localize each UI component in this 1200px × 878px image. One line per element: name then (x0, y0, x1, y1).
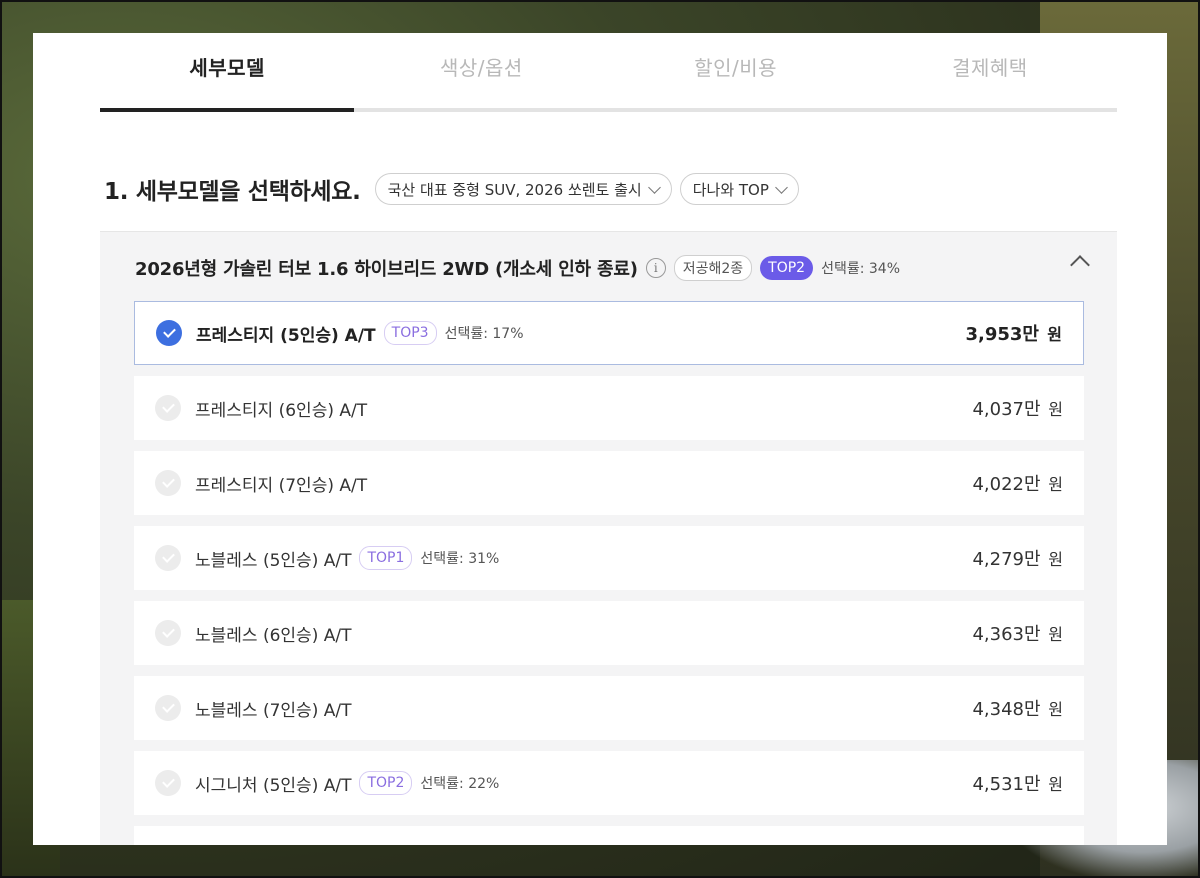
step-header: 1. 세부모델을 선택하세요. 국산 대표 중형 SUV, 2026 쏘렌토 출… (104, 173, 799, 205)
eco-badge: 저공해2종 (673, 255, 753, 281)
top-badge: TOP2 (359, 771, 413, 795)
top-badge: TOP2 (760, 256, 814, 280)
trim-row[interactable]: 노블레스 (6인승) A/T 4,363만 원 (134, 601, 1084, 665)
model-select-panel: 세부모델 색상/옵션 할인/비용 결제혜택 1. 세부모델을 선택하세요. 국산… (33, 33, 1167, 845)
trim-price: 4,531만 원 (972, 770, 1063, 796)
selection-rate: 선택률: 17% (444, 326, 524, 342)
price-unit: 원 (1048, 550, 1063, 569)
price-unit: 원 (1047, 325, 1062, 344)
top-badge: TOP1 (359, 546, 413, 570)
tab-color-option[interactable]: 색상/옵션 (354, 33, 608, 108)
top-badge: TOP3 (383, 321, 437, 345)
tab-detail-model[interactable]: 세부모델 (100, 33, 355, 112)
trim-price: 4,348만 원 (972, 695, 1063, 721)
step-tabs: 세부모델 색상/옵션 할인/비용 결제혜택 (100, 33, 1117, 112)
price-value: 4,022만 (972, 474, 1041, 495)
price-unit: 원 (1048, 775, 1063, 794)
trim-group-title: 2026년형 가솔린 터보 1.6 하이브리드 2WD (개소세 인하 종료) (135, 259, 638, 280)
info-icon[interactable]: i (645, 258, 666, 278)
trim-row[interactable]: 프레스티지 (5인승) A/T TOP3 선택률: 17% 3,953만 원 (134, 301, 1084, 365)
trim-row[interactable]: 노블레스 (7인승) A/T 4,348만 원 (134, 676, 1084, 740)
price-value: 4,279만 (972, 549, 1041, 570)
trim-name: 프레스티지 (5인승) A/T (196, 325, 376, 346)
trim-row-partial[interactable] (134, 826, 1084, 845)
selection-rate: 선택률: 31% (420, 551, 500, 567)
price-value: 4,348만 (972, 699, 1041, 720)
trim-row[interactable]: 프레스티지 (7인승) A/T 4,022만 원 (134, 451, 1084, 515)
price-unit: 원 (1048, 625, 1063, 644)
model-filter-label: 국산 대표 중형 SUV, 2026 쏘렌토 출시 (387, 180, 642, 199)
trim-price: 4,037만 원 (972, 395, 1063, 421)
trim-group: 2026년형 가솔린 터보 1.6 하이브리드 2WD (개소세 인하 종료) … (100, 231, 1117, 845)
step-title: 1. 세부모델을 선택하세요. (104, 179, 361, 205)
chevron-up-icon[interactable] (1070, 255, 1090, 275)
trim-row[interactable]: 시그니처 (5인승) A/T TOP2 선택률: 22% 4,531만 원 (134, 751, 1084, 815)
trim-row[interactable]: 노블레스 (5인승) A/T TOP1 선택률: 31% 4,279만 원 (134, 526, 1084, 590)
sort-dropdown[interactable]: 다나와 TOP (679, 173, 799, 205)
chevron-down-icon (775, 180, 788, 194)
price-unit: 원 (1048, 475, 1063, 494)
trim-name: 노블레스 (7인승) A/T (195, 700, 352, 721)
price-unit: 원 (1048, 400, 1063, 419)
price-value: 4,531만 (972, 774, 1041, 795)
selection-rate: 선택률: 22% (420, 776, 500, 792)
price-unit: 원 (1048, 700, 1063, 719)
price-value: 4,037만 (972, 399, 1041, 420)
trim-list: 프레스티지 (5인승) A/T TOP3 선택률: 17% 3,953만 원 프… (134, 301, 1084, 845)
trim-name: 프레스티지 (6인승) A/T (195, 400, 368, 421)
model-filter-dropdown[interactable]: 국산 대표 중형 SUV, 2026 쏘렌토 출시 (374, 173, 672, 205)
trim-price: 4,022만 원 (972, 470, 1063, 496)
check-icon[interactable] (155, 545, 181, 571)
check-icon[interactable] (155, 620, 181, 646)
trim-name: 노블레스 (5인승) A/T (195, 550, 352, 571)
selection-rate: 선택률: 34% (821, 261, 901, 277)
trim-row[interactable]: 프레스티지 (6인승) A/T 4,037만 원 (134, 376, 1084, 440)
check-icon[interactable] (155, 695, 181, 721)
price-value: 3,953만 (965, 324, 1039, 345)
trim-name: 시그니처 (5인승) A/T (195, 775, 352, 796)
check-icon[interactable] (155, 770, 181, 796)
trim-price: 4,279만 원 (972, 545, 1063, 571)
check-icon[interactable] (155, 470, 181, 496)
chevron-down-icon (647, 180, 661, 194)
trim-price: 4,363만 원 (972, 620, 1063, 646)
price-value: 4,363만 (972, 624, 1041, 645)
trim-price: 3,953만 원 (965, 320, 1062, 346)
tab-payment-benefit[interactable]: 결제혜택 (863, 33, 1117, 108)
trim-name: 프레스티지 (7인승) A/T (195, 475, 368, 496)
sort-label: 다나와 TOP (692, 180, 769, 199)
trim-name: 노블레스 (6인승) A/T (195, 625, 352, 646)
trim-group-header[interactable]: 2026년형 가솔린 터보 1.6 하이브리드 2WD (개소세 인하 종료) … (135, 252, 1090, 284)
check-icon[interactable] (156, 320, 182, 346)
check-icon[interactable] (155, 395, 181, 421)
tab-discount-cost[interactable]: 할인/비용 (609, 33, 863, 108)
